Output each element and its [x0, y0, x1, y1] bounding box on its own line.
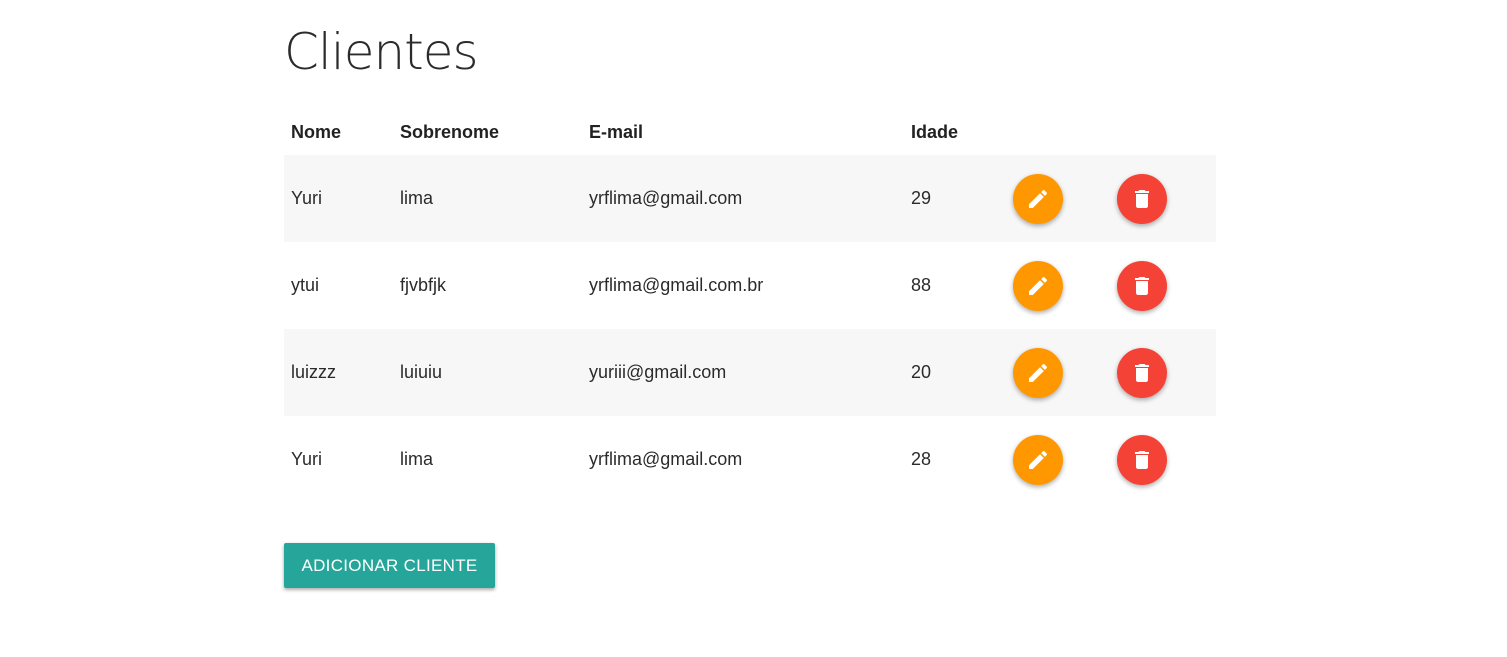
edit-button[interactable] — [1013, 173, 1063, 224]
edit-button[interactable] — [1013, 260, 1063, 311]
cell-email: yrflima@gmail.com.br — [589, 275, 764, 295]
trash-icon — [1135, 189, 1149, 208]
trash-icon — [1135, 276, 1149, 295]
trash-icon — [1135, 363, 1149, 382]
pencil-icon — [1029, 276, 1048, 295]
delete-button[interactable] — [1117, 173, 1167, 224]
column-header-delete — [1110, 110, 1216, 155]
table-header: Nome Sobrenome E-mail Idade — [284, 110, 1216, 155]
column-header-idade: Idade — [911, 122, 959, 142]
add-client-button[interactable]: ADICIONAR CLIENTE — [284, 543, 495, 588]
page-title: Clientes — [284, 23, 479, 81]
cell-sobrenome: lima — [400, 449, 434, 469]
table-row: Yuri lima yrflima@gmail.com 29 — [284, 155, 1216, 242]
table-row: luizzz luiuiu yuriii@gmail.com 20 — [284, 329, 1216, 416]
column-header-edit — [1006, 110, 1110, 155]
edit-button[interactable] — [1013, 347, 1063, 398]
edit-button[interactable] — [1013, 434, 1063, 485]
cell-nome: Yuri — [291, 188, 323, 208]
cell-email: yuriii@gmail.com — [589, 362, 727, 382]
cell-sobrenome: lima — [400, 188, 434, 208]
delete-button[interactable] — [1117, 434, 1167, 485]
cell-delete — [1110, 329, 1216, 416]
column-header-email: E-mail — [589, 122, 644, 142]
delete-button[interactable] — [1117, 347, 1167, 398]
cell-delete — [1110, 242, 1216, 329]
pencil-icon — [1029, 363, 1048, 382]
cell-delete — [1110, 416, 1216, 503]
clients-table: Nome Sobrenome E-mail Idade Yuri lima yr… — [284, 110, 1216, 503]
cell-edit — [1006, 242, 1110, 329]
cell-sobrenome: fjvbfjk — [400, 275, 447, 295]
cell-delete — [1110, 155, 1216, 242]
table-row: Yuri lima yrflima@gmail.com 28 — [284, 416, 1216, 503]
cell-idade: 20 — [911, 362, 932, 382]
cell-email: yrflima@gmail.com — [589, 188, 743, 208]
cell-edit — [1006, 329, 1110, 416]
delete-button[interactable] — [1117, 260, 1167, 311]
cell-idade: 88 — [911, 275, 932, 295]
cell-email: yrflima@gmail.com — [589, 449, 743, 469]
cell-nome: luizzz — [291, 362, 337, 382]
table-body: Yuri lima yrflima@gmail.com 29 ytui fjvb — [284, 155, 1216, 503]
table-row: ytui fjvbfjk yrflima@gmail.com.br 88 — [284, 242, 1216, 329]
pencil-icon — [1029, 450, 1048, 469]
pencil-icon — [1029, 189, 1048, 208]
header-row: Nome Sobrenome E-mail Idade — [284, 110, 1216, 155]
trash-icon — [1135, 450, 1149, 469]
cell-nome: Yuri — [291, 449, 323, 469]
column-header-sobrenome: Sobrenome — [400, 122, 500, 142]
cell-idade: 29 — [911, 188, 932, 208]
column-header-nome: Nome — [291, 122, 342, 142]
cell-sobrenome: luiuiu — [400, 362, 443, 382]
cell-nome: ytui — [291, 275, 320, 295]
cell-edit — [1006, 155, 1110, 242]
cell-edit — [1006, 416, 1110, 503]
cell-idade: 28 — [911, 449, 932, 469]
